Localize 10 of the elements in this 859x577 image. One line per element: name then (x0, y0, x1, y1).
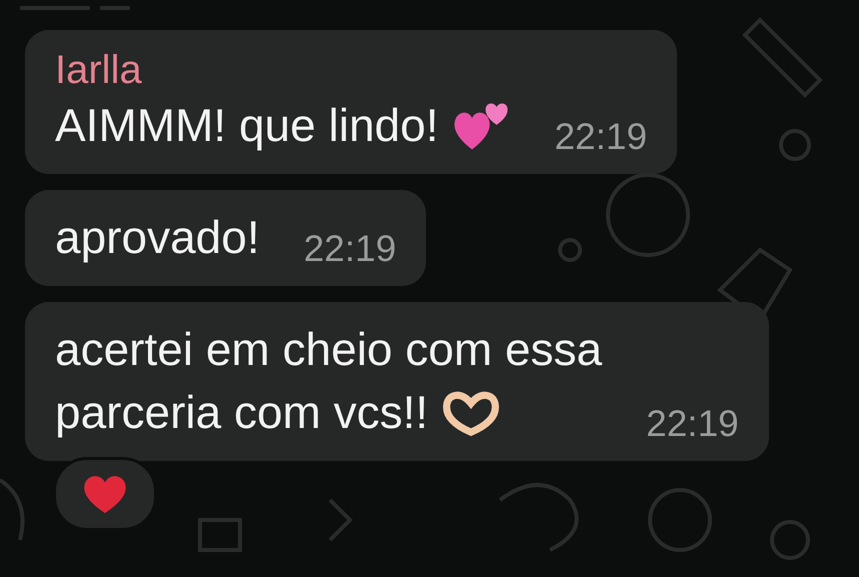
message-text: aprovado! (55, 210, 260, 265)
heart-icon (82, 473, 128, 515)
heart-hands-icon (442, 388, 500, 436)
message-time: 22:19 (304, 229, 396, 269)
sender-name: Iarlla (55, 47, 143, 94)
message-time: 22:19 (554, 117, 648, 157)
message-text: acertei em cheio com essa (55, 322, 602, 377)
message-text: parceria com vcs!! (55, 385, 428, 440)
message-time: 22:19 (646, 404, 739, 444)
message-text: AIMMM! que lindo! (55, 98, 438, 153)
